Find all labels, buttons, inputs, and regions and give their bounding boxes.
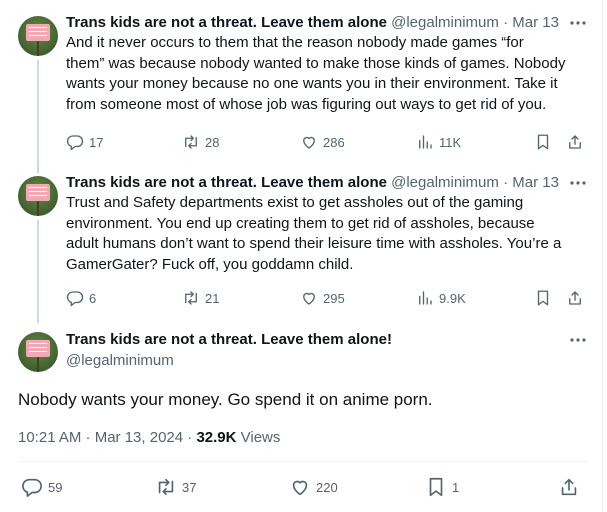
tweet-timestamp[interactable]: 10:21 AM · Mar 13, 2024 · [18, 429, 192, 446]
bookmark-icon [537, 134, 549, 150]
share-button[interactable] [558, 475, 580, 499]
repost-icon [158, 478, 174, 496]
reply-count: 17 [89, 134, 104, 150]
display-name[interactable]: Trans kids are not a threat. Leave them … [66, 174, 387, 191]
share-button[interactable] [566, 132, 584, 152]
tweet-text-line: from someone most of whose job was figur… [66, 95, 547, 113]
like-icon [303, 292, 315, 305]
like-button[interactable]: 220 [289, 475, 338, 499]
share-icon [561, 478, 577, 496]
repost-icon [185, 135, 197, 149]
tweet-meta: 10:21 AM · Mar 13, 2024 · 32.9K Views [18, 428, 280, 448]
thread-tweet-2[interactable]: Trans kids are not a threat. Leave them … [0, 173, 603, 323]
avatar[interactable] [18, 332, 58, 372]
reply-count: 59 [48, 479, 63, 495]
tweet-text-line: adult humans don’t want to spend their l… [66, 235, 562, 252]
repost-count: 28 [205, 134, 220, 150]
like-icon [292, 480, 308, 496]
reply-button[interactable]: 17 [66, 132, 103, 152]
bookmark-button[interactable] [534, 132, 552, 152]
divider [18, 461, 589, 462]
bookmark-icon [537, 290, 549, 306]
bookmark-count: 1 [452, 479, 460, 495]
tweet-header: Trans kids are not a threat. Leave them … [66, 173, 589, 193]
repost-count: 37 [182, 479, 197, 495]
tweet-header: Trans kids are not a threat. Leave them … [66, 13, 589, 33]
views-button[interactable]: 9.9K [416, 288, 466, 308]
avatar[interactable] [18, 176, 58, 216]
separator-dot: · [503, 14, 509, 31]
views-label: Views [240, 429, 281, 446]
thread-connector [37, 60, 39, 173]
repost-count: 21 [205, 290, 220, 306]
tweet-text: Trust and Safety departments exist to ge… [66, 193, 586, 275]
tweet-text: Nobody wants your money. Go spend it on … [18, 390, 433, 409]
repost-button[interactable]: 37 [155, 475, 196, 499]
more-icon[interactable] [569, 16, 587, 30]
tweet-actions: 17 28 286 11K [66, 132, 589, 152]
like-button[interactable]: 295 [300, 288, 345, 308]
bookmark-button[interactable]: 1 [425, 475, 459, 499]
user-handle[interactable]: @legalminimum [66, 351, 174, 371]
tweet-date[interactable]: Mar 13 [512, 174, 559, 191]
tweet-date[interactable]: Mar 13 [512, 14, 559, 31]
views-icon [419, 291, 432, 305]
tweet-text: And it never occurs to them that the rea… [66, 33, 586, 115]
share-icon [569, 135, 581, 149]
repost-button[interactable]: 28 [182, 132, 219, 152]
tweet-text-line: Trust and Safety departments exist to ge… [66, 194, 524, 211]
view-count: 9.9K [439, 290, 466, 306]
conversation-timeline: Trans kids are not a threat. Leave them … [0, 0, 603, 512]
like-icon [303, 136, 315, 149]
reply-icon [66, 135, 84, 151]
tweet-text-line: environment. You end up creating them to… [66, 214, 535, 232]
tweet-text-line: wants your money because no one wants yo… [66, 75, 558, 92]
reply-button[interactable]: 6 [66, 288, 96, 308]
thread-connector [37, 220, 39, 323]
main-tweet: Trans kids are not a threat. Leave them … [0, 330, 603, 512]
repost-icon [185, 291, 197, 305]
reply-button[interactable]: 59 [21, 475, 62, 499]
separator-dot: · [503, 174, 509, 191]
bookmark-button[interactable] [534, 288, 552, 308]
tweet-text-line: them” was because nobody wanted to make … [66, 54, 566, 72]
display-name[interactable]: Trans kids are not a threat. Leave them … [66, 14, 387, 31]
tweet-text-line: And it never occurs to them that the rea… [66, 34, 524, 51]
share-icon [569, 291, 581, 305]
more-icon[interactable] [569, 176, 587, 190]
tweet-actions: 6 21 295 9.9K [66, 288, 589, 308]
tweet-actions: 59 37 220 1 [18, 475, 589, 499]
like-count: 295 [323, 290, 345, 306]
more-icon[interactable] [569, 333, 587, 347]
reply-icon [66, 291, 84, 307]
user-handle[interactable]: @legalminimum [391, 14, 499, 31]
repost-button[interactable]: 21 [182, 288, 219, 308]
view-count: 32.9K [196, 429, 237, 446]
views-button[interactable]: 11K [416, 132, 461, 152]
share-button[interactable] [566, 288, 584, 308]
reply-icon [22, 478, 42, 497]
view-count: 11K [439, 134, 462, 150]
display-name[interactable]: Trans kids are not a threat. Leave them … [66, 330, 392, 350]
tweet-text-line: GamerGater? Fuck off, you goddamn child. [66, 255, 354, 273]
user-handle[interactable]: @legalminimum [391, 174, 499, 191]
bookmark-icon [429, 477, 443, 497]
reply-count: 6 [89, 290, 97, 306]
like-count: 220 [316, 479, 338, 495]
like-button[interactable]: 286 [300, 132, 345, 152]
views-icon [419, 135, 432, 149]
avatar[interactable] [18, 16, 58, 56]
like-count: 286 [323, 134, 345, 150]
thread-tweet-1[interactable]: Trans kids are not a threat. Leave them … [0, 13, 603, 173]
